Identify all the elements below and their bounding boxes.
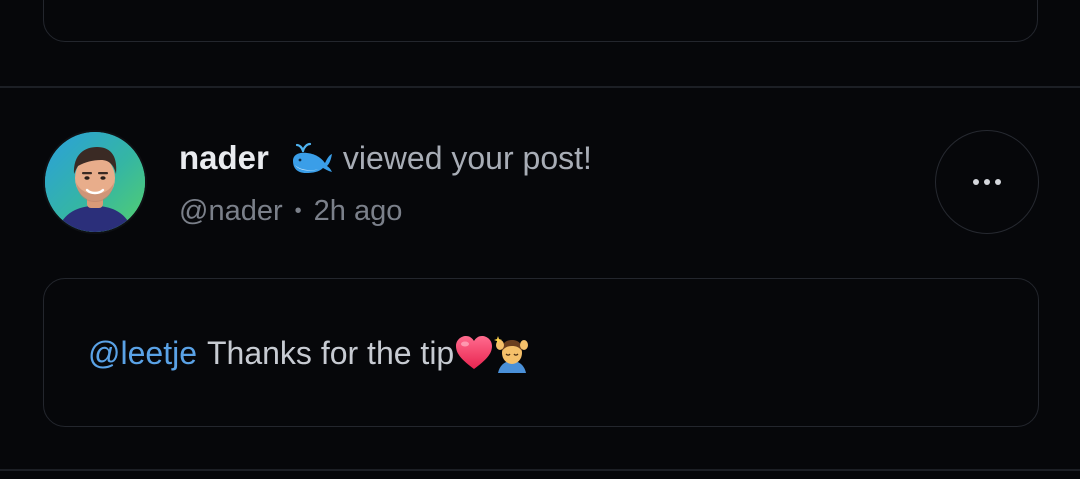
timestamp: 2h ago xyxy=(313,194,403,227)
divider xyxy=(0,469,1080,471)
person-getting-massage-icon xyxy=(494,333,530,373)
comment-text: Thanks for the tip xyxy=(206,334,455,371)
separator-dot: • xyxy=(294,199,302,222)
comment-card[interactable]: @leetje Thanks for the tip xyxy=(43,278,1039,427)
notification-meta: @nader • 2h ago xyxy=(179,192,402,230)
notification-action-text: viewed your post! xyxy=(342,139,592,176)
heart-icon xyxy=(454,335,494,371)
username[interactable]: nader xyxy=(179,139,269,177)
avatar[interactable] xyxy=(43,130,147,234)
more-horizontal-icon xyxy=(973,179,1001,185)
more-options-button[interactable] xyxy=(935,130,1039,234)
user-handle[interactable]: @nader xyxy=(179,195,283,228)
previous-comment-card[interactable] xyxy=(43,0,1038,42)
comment-body: @leetje Thanks for the tip xyxy=(88,333,530,373)
whale-icon xyxy=(289,141,333,175)
avatar-illustration xyxy=(45,132,145,232)
divider xyxy=(0,86,1080,88)
notification-feed: nader viewed your post! @nader • 2h ago xyxy=(0,0,1080,479)
mention-link[interactable]: @leetje xyxy=(88,335,197,372)
notification-header: nader viewed your post! xyxy=(179,136,592,180)
